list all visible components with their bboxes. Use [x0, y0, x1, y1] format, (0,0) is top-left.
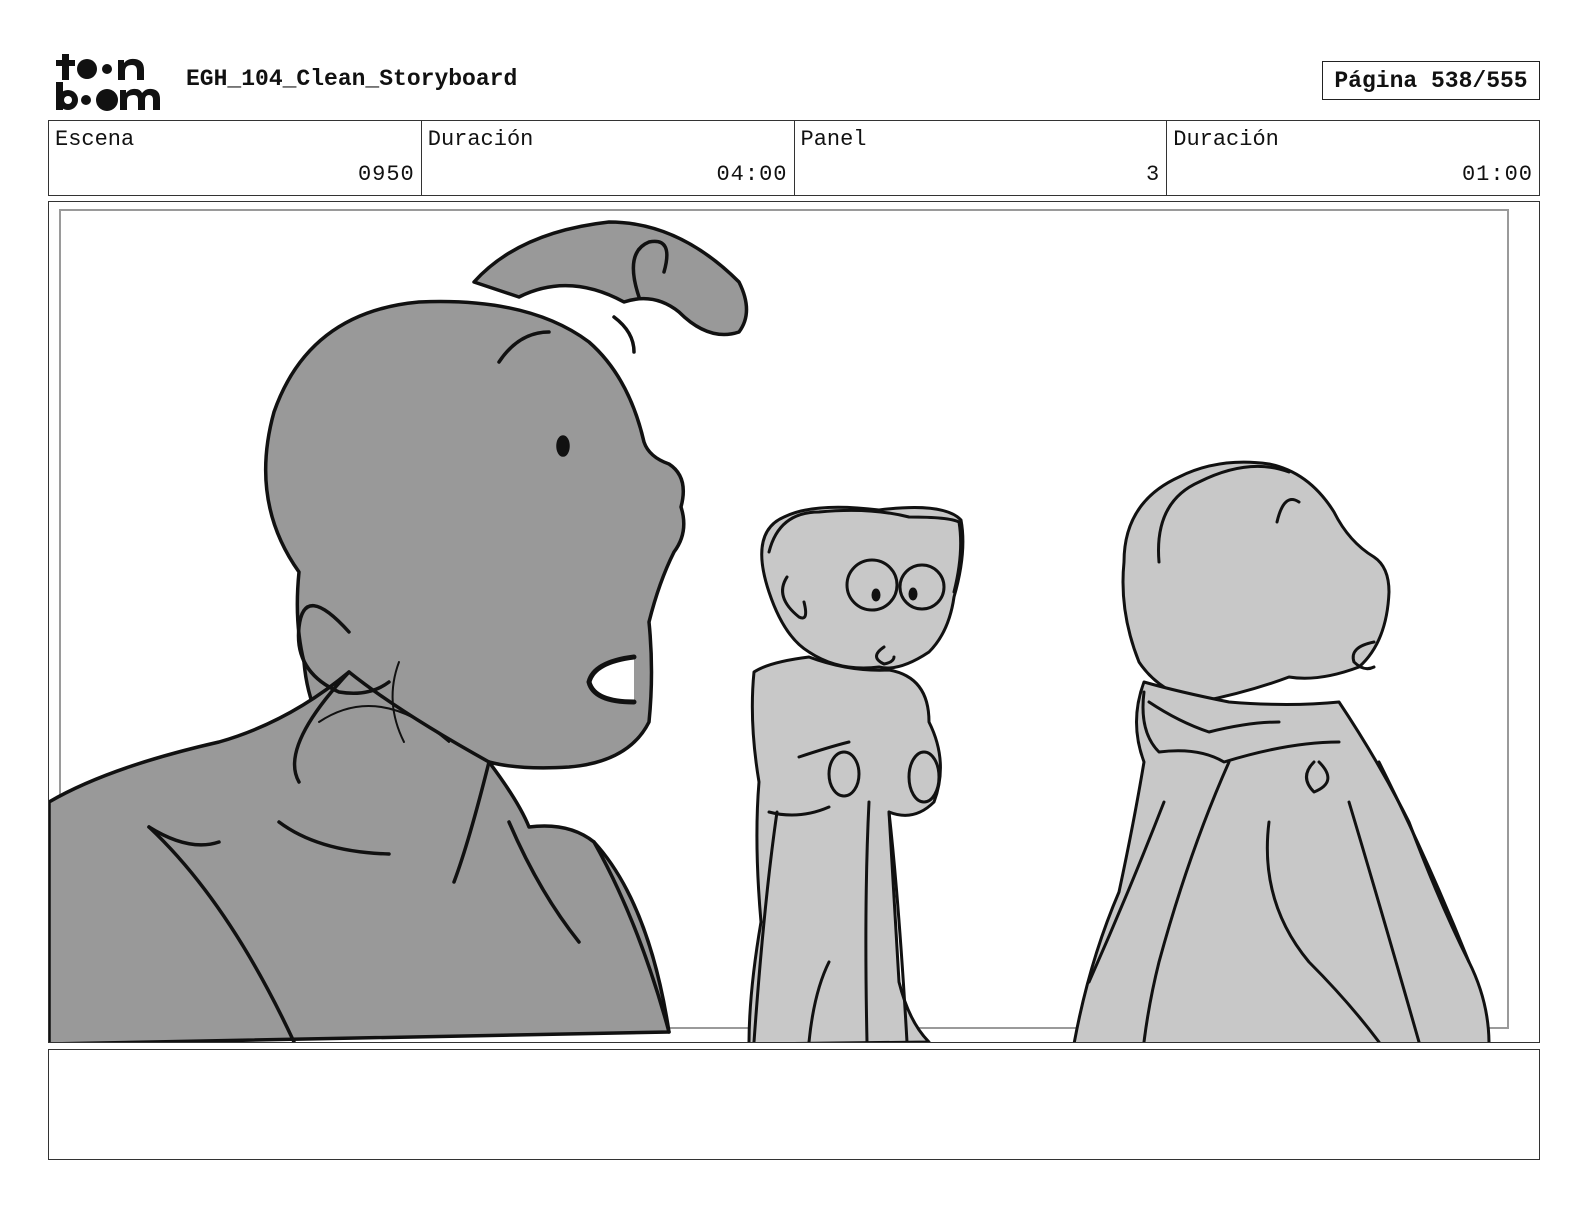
- document-title: EGH_104_Clean_Storyboard: [186, 66, 518, 92]
- scene-value: 0950: [357, 162, 415, 187]
- scene-duration-cell: Duración 04:00: [422, 121, 795, 195]
- scene-label: Escena: [55, 127, 135, 152]
- panel-label: Panel: [800, 127, 867, 152]
- scene-duration-value: 04:00: [716, 162, 788, 187]
- panel-cell: Panel 3: [795, 121, 1168, 195]
- panel-duration-cell: Duración 01:00: [1167, 121, 1539, 195]
- scene-duration-label: Duración: [427, 127, 534, 152]
- middle-character: [747, 505, 965, 1042]
- panel-duration-label: Duración: [1173, 127, 1279, 152]
- scene-cell: Escena 0950: [49, 121, 422, 195]
- right-character: [1072, 460, 1491, 1042]
- panel-duration-value: 01:00: [1461, 162, 1533, 187]
- toon-boom-logo: [52, 50, 164, 112]
- info-row: Escena 0950 Duración 04:00 Panel 3 Durac…: [48, 120, 1540, 196]
- panel-value: 3: [1146, 162, 1161, 187]
- left-character: [49, 220, 749, 1042]
- storyboard-panel: [48, 201, 1540, 1043]
- notes-box: [48, 1049, 1540, 1160]
- page-indicator: Página 538/555: [1322, 61, 1540, 100]
- storyboard-drawing: [49, 209, 1509, 1042]
